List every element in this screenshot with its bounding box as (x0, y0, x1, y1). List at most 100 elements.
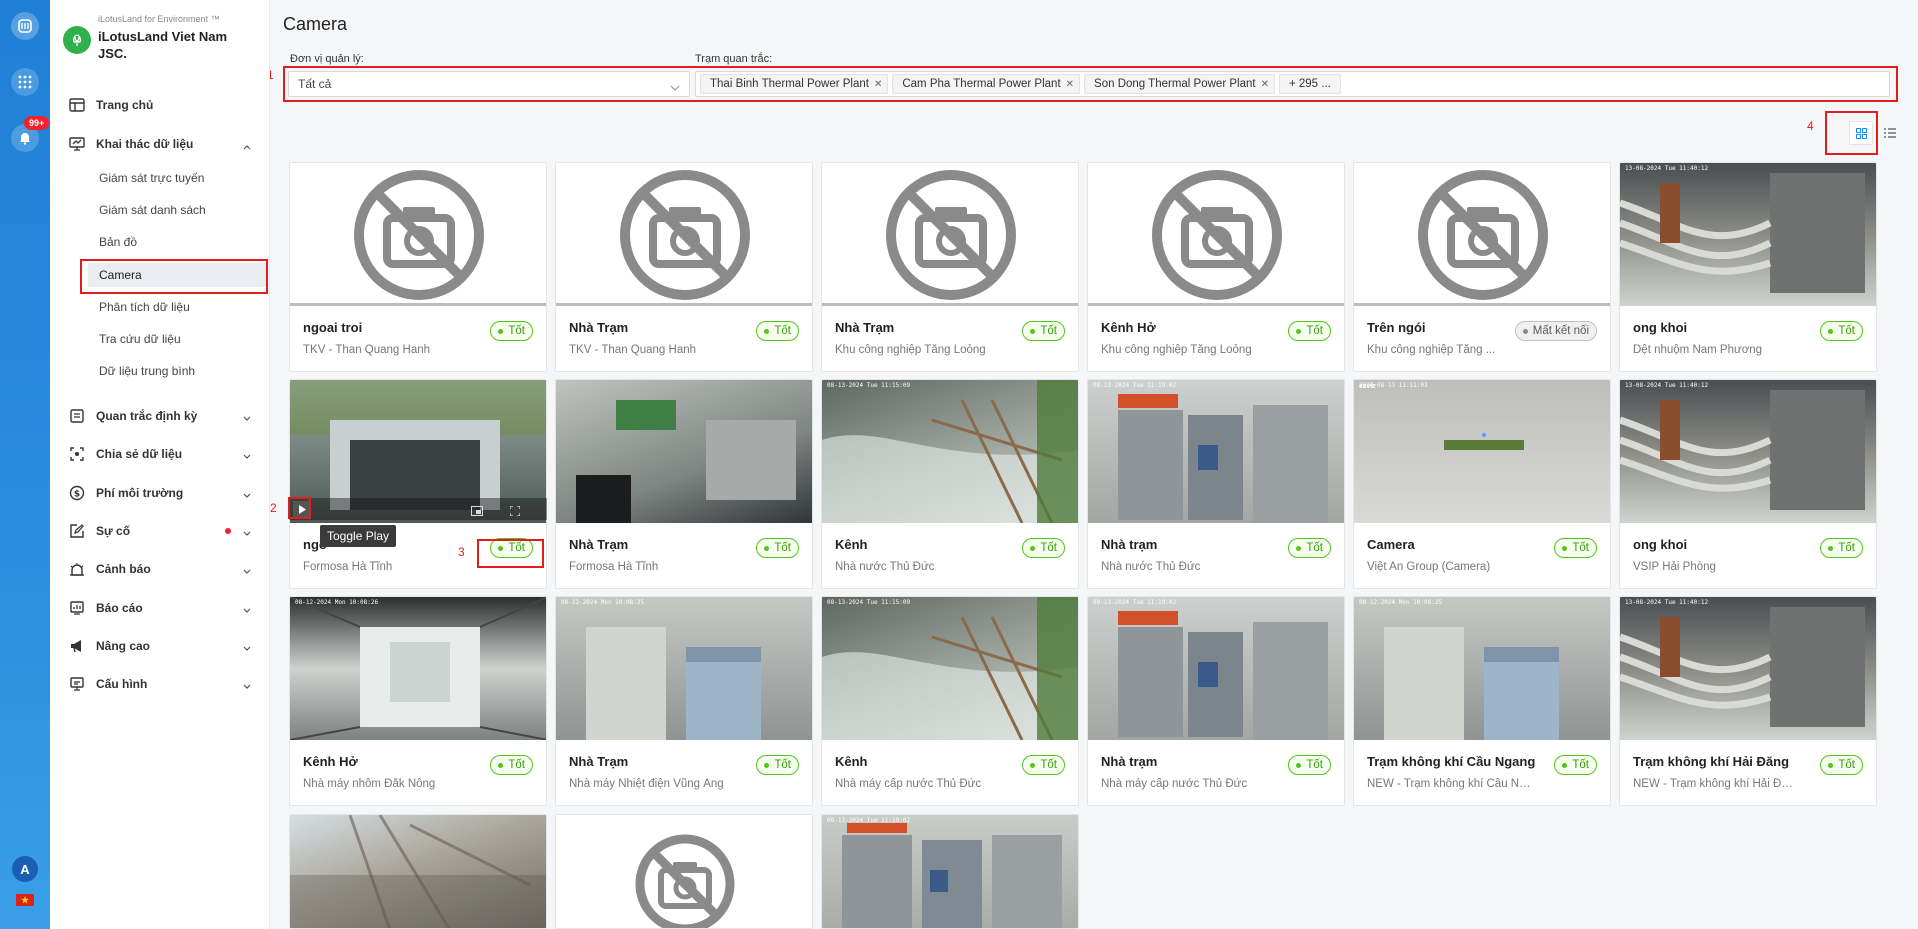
camera-card-partial[interactable]: 08-13-2024 Tue 11:19:02 (821, 814, 1079, 929)
camera-card[interactable]: 08-13-2024 Tue 11:15:09 Kênh Nhà máy cấp n… (821, 596, 1079, 806)
camera-card[interactable]: 08-13-2024 Tue 11:15:09 Kênh Nhà nước Thủ … (821, 379, 1079, 589)
camera-title: Kênh Hở (1101, 320, 1156, 335)
grid-view-button[interactable] (1849, 121, 1873, 145)
camera-timestamp: 08-12-2024 Mon 10:08:25 (561, 599, 645, 606)
apps-grid-icon[interactable] (11, 68, 39, 96)
sub-item-online-monitoring[interactable]: Giám sát trực tuyến (88, 166, 268, 190)
status-badge: Tốt (490, 755, 533, 775)
camera-station: Nhà máy cấp nước Thủ Đức (1101, 778, 1248, 790)
sub-item-data-analysis[interactable]: Phân tích dữ liệu (88, 295, 268, 319)
camera-card[interactable]: Nhà Trạm TKV - Than Quang Hanh Tốt (555, 162, 813, 372)
camera-card-partial[interactable] (555, 814, 813, 929)
no-camera-icon (1418, 170, 1548, 300)
no-camera-icon (635, 834, 735, 928)
dollar-circle-icon: $ (68, 484, 86, 502)
camera-title: Nhà Trạm (569, 754, 629, 769)
list-view-button[interactable] (1878, 121, 1902, 145)
camera-thumbnail (290, 163, 546, 306)
camera-thumbnail: 08-13-2024 Tue 11:19:02 (1088, 597, 1344, 740)
app-logo-icon[interactable] (11, 12, 39, 40)
camera-title: Kênh Hở (303, 754, 358, 769)
camera-title: Nhà Trạm (569, 320, 629, 335)
camera-title: ong khoi (1633, 320, 1688, 335)
camera-card[interactable]: Trên ngói Khu công nghiệp Tằng ... Mất kết… (1353, 162, 1611, 372)
no-camera-icon (1152, 170, 1282, 300)
fullscreen-icon[interactable] (509, 503, 521, 521)
camera-thumbnail: 08-12-2024 Mon 10:08:25 (1354, 597, 1610, 740)
camera-title: ong khoi (1633, 537, 1688, 552)
nav-item-data-sharing[interactable]: Chia sẻ dữ liệu (50, 439, 269, 469)
sub-item-list-monitoring[interactable]: Giám sát danh sách (88, 198, 268, 222)
sub-item-data-lookup[interactable]: Tra cứu dữ liệu (88, 327, 268, 351)
camera-station: Formosa Hà Tĩnh (569, 561, 659, 573)
camera-card[interactable]: Nhà Trạm Formosa Hà Tĩnh Tốt (555, 379, 813, 589)
nav-item-report[interactable]: Báo cáo (50, 593, 269, 623)
camera-title: Nhà trạm (1101, 754, 1158, 769)
camera-card[interactable]: 13-08-2024 Tue 11:40:12 Trạm không khí Hả… (1619, 596, 1877, 806)
status-dot-icon (1828, 545, 1834, 551)
nav-item-environment-fee[interactable]: $ Phí môi trường (50, 478, 269, 508)
camera-thumbnail (1354, 163, 1610, 306)
monitor-chart-icon (68, 135, 86, 153)
status-dot-icon (1562, 762, 1568, 768)
camera-thumbnail (556, 380, 812, 523)
camera-title: Trên ngói (1367, 320, 1426, 335)
camera-thumbnail: 08-12-2024 Mon 10:08:26 (290, 597, 546, 740)
pip-icon[interactable] (471, 503, 483, 521)
org-subtitle: iLotusLand for Environment ™ (98, 14, 220, 24)
camera-thumbnail (556, 163, 812, 306)
camera-station: Formosa Hà Tĩnh (303, 561, 393, 573)
vietnam-flag-icon[interactable] (16, 894, 34, 906)
status-badge: Tốt (1820, 755, 1863, 775)
camera-title: Nhà Trạm (835, 320, 895, 335)
nav-item-home[interactable]: Trang chủ (50, 90, 269, 120)
toggle-play-tooltip: Toggle Play (320, 525, 397, 547)
camera-timestamp: 08-13-2024 Tue 11:15:09 (827, 599, 911, 606)
camera-card[interactable]: 2024-08-13 11:11:03 ezviz Camera Việt An Gr… (1353, 379, 1611, 589)
camera-card[interactable]: Nhà Trạm Khu công nghiệp Tằng Loỏng Tốt (821, 162, 1079, 372)
edit-square-icon (68, 522, 86, 540)
nav-item-incident[interactable]: Sự cố (50, 516, 269, 546)
chevron-down-icon (243, 641, 251, 655)
camera-station: Dệt nhuộm Nam Phương (1633, 344, 1763, 356)
sub-item-map[interactable]: Bản đồ (88, 230, 268, 254)
nav-item-data-mining[interactable]: Khai thác dữ liệu (50, 129, 269, 159)
no-camera-icon (886, 170, 1016, 300)
camera-card[interactable]: 08-12-2024 Mon 10:08:25 Trạm không khí Cầ… (1353, 596, 1611, 806)
nav-item-advanced[interactable]: Nâng cao (50, 631, 269, 661)
annotation-3: 3 (458, 545, 465, 559)
status-dot-icon (1030, 545, 1036, 551)
camera-title: Kênh (835, 537, 868, 552)
camera-thumbnail: 13-08-2024 Tue 11:40:12 (1620, 597, 1876, 740)
camera-card[interactable]: ngoai troi TKV - Than Quang Hanh Tốt (289, 162, 547, 372)
camera-title: Camera (1367, 537, 1415, 552)
camera-thumbnail (290, 815, 546, 928)
camera-station: Nhà máy nhôm Đăk Nông (303, 778, 436, 790)
camera-card[interactable]: 08-12-2024 Mon 10:08:26 Kênh Hở Nhà máy nh… (289, 596, 547, 806)
camera-card[interactable]: 08-13-2024 Tue 11:19:02 Nhà trạm Nhà máy c… (1087, 596, 1345, 806)
no-camera-icon (620, 170, 750, 300)
camera-station: Khu công nghiệp Tằng Loỏng (835, 344, 986, 356)
camera-card[interactable]: 08-13-2024 Tue 11:19:02 Nhà trạm Nhà nước … (1087, 379, 1345, 589)
camera-card[interactable]: Kênh Hở Khu công nghiệp Tằng Loỏng Tốt (1087, 162, 1345, 372)
status-badge: Tốt (756, 321, 799, 341)
camera-station: TKV - Than Quang Hanh (569, 344, 696, 356)
grid-icon (1855, 127, 1867, 139)
page-title: Camera (283, 14, 348, 34)
user-avatar[interactable]: A (12, 856, 38, 882)
sub-item-average-data[interactable]: Dữ liệu trung bình (88, 359, 268, 383)
incident-dot (225, 528, 231, 534)
nav-item-periodic-monitoring[interactable]: Quan trắc định kỳ (50, 401, 269, 431)
share-focus-icon (68, 445, 86, 463)
camera-timestamp: 08-12-2024 Mon 10:08:26 (295, 599, 379, 606)
camera-station: NEW - Trạm không khí Hải Đăng (1633, 778, 1798, 790)
camera-card[interactable]: 13-08-2024 Tue 11:40:12 ong khoi VSIP Hải … (1619, 379, 1877, 589)
chevron-down-icon (243, 564, 251, 578)
camera-card[interactable]: 08-12-2024 Mon 10:08:25 Nhà Trạm Nhà máy N… (555, 596, 813, 806)
camera-card[interactable]: 13-08-2024 Tue 11:40:12 ong khoi Dệt nhuộm… (1619, 162, 1877, 372)
camera-card-partial[interactable] (289, 814, 547, 929)
nav-item-config[interactable]: Cấu hình (50, 669, 269, 699)
camera-thumbnail (822, 163, 1078, 306)
nav-item-alert[interactable]: Cảnh báo (50, 554, 269, 584)
annotation-2: 2 (270, 501, 277, 515)
